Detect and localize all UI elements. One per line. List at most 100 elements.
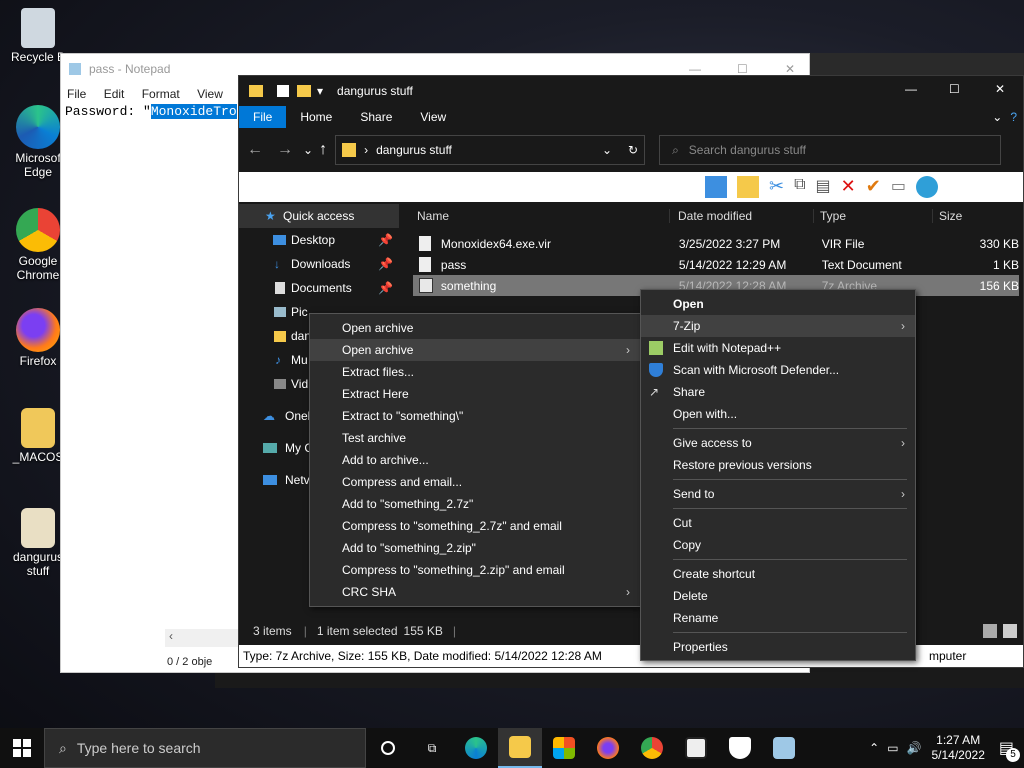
pin-icon[interactable]: 📌	[378, 276, 393, 300]
nav-desktop[interactable]: Desktop 📌	[239, 228, 399, 252]
rename-icon[interactable]: ▭	[891, 176, 906, 198]
scroll-left-icon[interactable]: ‹	[169, 629, 173, 643]
menu-item-crc-sha[interactable]: CRC SHA ›	[310, 581, 640, 603]
menu-item-create-shortcut[interactable]: Create shortcut	[641, 563, 915, 585]
menu-item-compress-7z-email[interactable]: Compress to "something_2.7z" and email	[310, 515, 640, 537]
forward-icon[interactable]: →	[277, 141, 293, 159]
notepad-hscrollbar[interactable]: ‹	[165, 629, 241, 647]
cut-icon[interactable]: ✂	[769, 176, 784, 198]
view-folder-icon[interactable]	[737, 176, 759, 198]
menu-edit[interactable]: Edit	[104, 87, 125, 101]
menu-item-rename[interactable]: Rename	[641, 607, 915, 629]
taskbar-chrome[interactable]	[630, 728, 674, 768]
context-menu[interactable]: Open 7-Zip › Edit with Notepad++ Scan wit…	[640, 289, 916, 661]
delete-icon[interactable]: ✕	[841, 176, 856, 198]
details-view-icon[interactable]	[983, 624, 997, 638]
pin-icon[interactable]: 📌	[378, 228, 393, 252]
globe-icon[interactable]	[915, 176, 938, 198]
tab-share[interactable]: Share	[346, 106, 406, 128]
check-icon[interactable]: ✔	[866, 176, 881, 198]
tab-view[interactable]: View	[406, 106, 460, 128]
back-icon[interactable]: ←	[247, 141, 263, 159]
menu-item-cut[interactable]: Cut	[641, 512, 915, 534]
volume-icon[interactable]: 🔊	[907, 741, 922, 755]
new-folder-icon[interactable]	[297, 85, 311, 97]
maximize-icon[interactable]: ☐	[949, 82, 960, 96]
explorer-title: dangurus stuff	[337, 84, 413, 98]
menu-item-extract-to[interactable]: Extract to "something\"	[310, 405, 640, 427]
help-icon[interactable]: ?	[1010, 110, 1017, 124]
tab-file[interactable]: File	[239, 106, 287, 128]
menu-item-compress-email[interactable]: Compress and email...	[310, 471, 640, 493]
menu-view[interactable]: View	[197, 87, 223, 101]
shield-icon	[649, 363, 663, 377]
taskbar-defender[interactable]	[718, 728, 762, 768]
preview-pane-icon[interactable]	[705, 176, 727, 198]
menu-file[interactable]: File	[67, 87, 86, 101]
menu-item-open-with[interactable]: Open with...	[641, 403, 915, 425]
chevron-up-icon[interactable]: ⌃	[869, 741, 879, 755]
menu-item-delete[interactable]: Delete	[641, 585, 915, 607]
menu-item-edit-notepadpp[interactable]: Edit with Notepad++	[641, 337, 915, 359]
network-icon[interactable]: ▭	[887, 741, 898, 755]
notification-icon[interactable]: ▤ 5	[999, 738, 1020, 762]
copy-icon[interactable]: ⧉	[794, 176, 805, 198]
qat-dropdown-icon[interactable]: ▾	[317, 84, 323, 98]
menu-format[interactable]: Format	[142, 87, 180, 101]
taskbar-store[interactable]	[542, 728, 586, 768]
menu-item-extract-files[interactable]: Extract files...	[310, 361, 640, 383]
7zip-submenu[interactable]: Open archive Open archive › Extract files…	[309, 313, 641, 607]
col-name[interactable]: Name	[409, 209, 670, 223]
file-row[interactable]: Monoxidex64.exe.vir 3/25/2022 3:27 PM VI…	[413, 233, 1019, 254]
file-row[interactable]: pass 5/14/2022 12:29 AM Text Document 1 …	[413, 254, 1019, 275]
menu-item-share[interactable]: ↗ Share	[641, 381, 915, 403]
paste-icon[interactable]: ▤	[816, 176, 831, 198]
nav-documents[interactable]: Documents 📌	[239, 276, 399, 300]
menu-item-restore-versions[interactable]: Restore previous versions	[641, 454, 915, 476]
taskbar-firefox[interactable]	[586, 728, 630, 768]
refresh-icon[interactable]: ↻	[628, 143, 638, 157]
taskbar-7zip[interactable]	[674, 728, 718, 768]
col-size[interactable]: Size	[933, 209, 1013, 223]
menu-item-give-access[interactable]: Give access to ›	[641, 432, 915, 454]
task-view-button[interactable]: ⧉	[410, 728, 454, 768]
breadcrumb[interactable]: dangurus stuff	[376, 143, 452, 157]
menu-item-test-archive[interactable]: Test archive	[310, 427, 640, 449]
close-icon[interactable]: ✕	[995, 82, 1005, 96]
address-dropdown-icon[interactable]: ⌄	[602, 143, 612, 157]
taskbar-notepadpp[interactable]	[762, 728, 806, 768]
col-type[interactable]: Type	[814, 209, 933, 223]
col-date[interactable]: Date modified	[670, 209, 814, 223]
properties-icon[interactable]	[277, 85, 289, 97]
menu-item-add-zip[interactable]: Add to "something_2.zip"	[310, 537, 640, 559]
clock[interactable]: 1:27 AM 5/14/2022	[931, 733, 984, 763]
large-icons-view-icon[interactable]	[1003, 624, 1017, 638]
menu-item-copy[interactable]: Copy	[641, 534, 915, 556]
menu-item-open-archive[interactable]: Open archive	[310, 317, 640, 339]
up-icon[interactable]: ↑	[319, 141, 327, 159]
menu-item-scan-defender[interactable]: Scan with Microsoft Defender...	[641, 359, 915, 381]
expand-ribbon-icon[interactable]: ⌄	[992, 110, 1002, 124]
tab-home[interactable]: Home	[286, 106, 346, 128]
pin-icon[interactable]: 📌	[378, 252, 393, 276]
minimize-icon[interactable]: —	[905, 82, 917, 96]
cortana-button[interactable]	[366, 728, 410, 768]
menu-item-7zip[interactable]: 7-Zip ›	[641, 315, 915, 337]
menu-item-add-to-archive[interactable]: Add to archive...	[310, 449, 640, 471]
menu-item-add-7z[interactable]: Add to "something_2.7z"	[310, 493, 640, 515]
taskbar-file-explorer[interactable]	[498, 728, 542, 768]
menu-item-send-to[interactable]: Send to ›	[641, 483, 915, 505]
menu-item-compress-zip-email[interactable]: Compress to "something_2.zip" and email	[310, 559, 640, 581]
address-bar[interactable]: › dangurus stuff ⌄ ↻	[335, 135, 646, 165]
nav-downloads[interactable]: ↓ Downloads 📌	[239, 252, 399, 276]
menu-item-open[interactable]: Open	[641, 293, 915, 315]
start-button[interactable]	[0, 728, 44, 768]
menu-item-open-archive-sub[interactable]: Open archive ›	[310, 339, 640, 361]
nav-quick-access[interactable]: ★ Quick access	[239, 204, 399, 228]
search-box[interactable]: ⌕ Search dangurus stuff	[659, 135, 1002, 165]
menu-item-properties[interactable]: Properties	[641, 636, 915, 658]
taskbar-edge[interactable]	[454, 728, 498, 768]
taskbar-search[interactable]: ⌕ Type here to search	[44, 728, 366, 768]
recent-dropdown-icon[interactable]: ⌄	[303, 143, 313, 157]
menu-item-extract-here[interactable]: Extract Here	[310, 383, 640, 405]
